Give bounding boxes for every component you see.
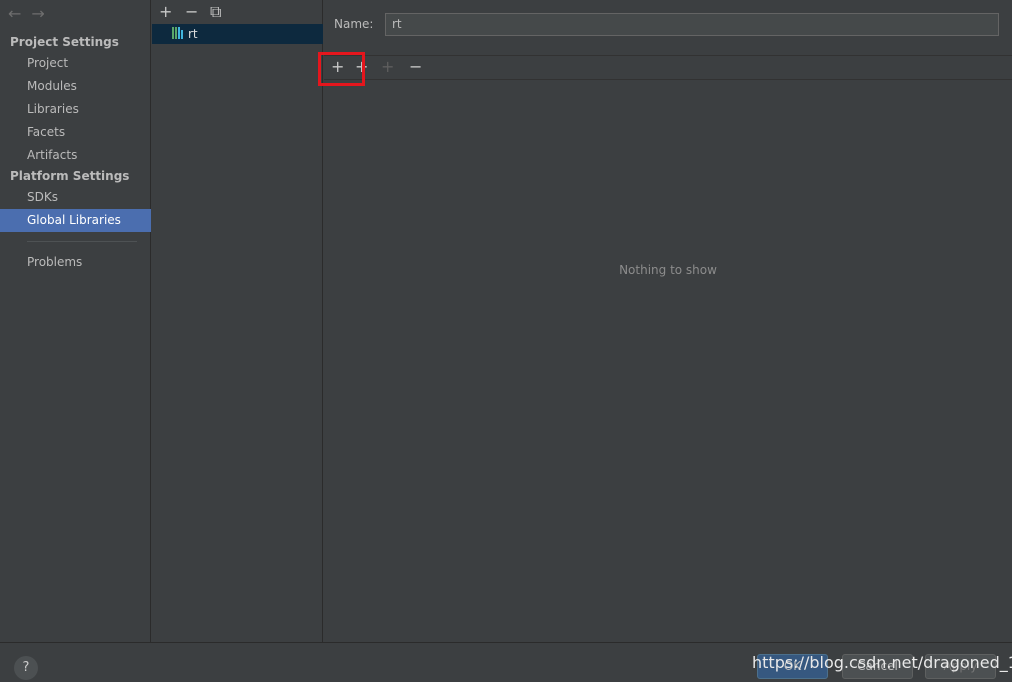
list-item-label: rt [188, 27, 198, 41]
watermark: https://blog.csdn.net/dragoned_123 [752, 653, 1012, 672]
add-icon[interactable]: + [159, 2, 172, 21]
sidebar-item-problems[interactable]: Problems [0, 251, 151, 274]
add-folder-icon: + [381, 57, 395, 76]
footer: ? OK Cancel Apply https://blog.csdn.net/… [0, 642, 1012, 682]
sidebar-item-global-libraries[interactable]: Global Libraries [0, 209, 151, 232]
sidebar-item-modules[interactable]: Modules [0, 75, 151, 98]
sidebar-item-facets[interactable]: Facets [0, 121, 151, 144]
name-label: Name: [334, 17, 374, 31]
section-platform-settings: Platform Settings [10, 169, 130, 183]
section-project-settings: Project Settings [10, 35, 119, 49]
back-arrow-icon[interactable]: ← [8, 4, 21, 23]
sidebar-item-artifacts[interactable]: Artifacts [0, 144, 151, 167]
forward-arrow-icon[interactable]: → [31, 4, 44, 23]
highlight-annotation [318, 52, 365, 86]
library-icon [172, 25, 184, 45]
empty-state-text: Nothing to show [619, 263, 717, 277]
library-detail-panel: Name: rt + + + − Nothing to show [324, 0, 1012, 642]
roots-toolbar: + + + − [324, 55, 1012, 80]
remove-icon[interactable]: − [185, 2, 198, 21]
list-item[interactable]: rt [152, 24, 323, 44]
sidebar-item-libraries[interactable]: Libraries [0, 98, 151, 121]
nav-buttons: ← → [8, 4, 55, 23]
divider [27, 241, 137, 242]
sidebar: ← → Project Settings Project Modules Libr… [0, 0, 151, 642]
remove-icon[interactable]: − [409, 57, 422, 76]
help-button[interactable]: ? [14, 656, 38, 680]
sidebar-item-project[interactable]: Project [0, 52, 151, 75]
copy-icon[interactable]: ⧉ [210, 2, 221, 22]
library-list-panel: + − ⧉ rt [152, 0, 323, 642]
name-input[interactable]: rt [385, 13, 999, 36]
sidebar-item-sdks[interactable]: SDKs [0, 186, 151, 209]
